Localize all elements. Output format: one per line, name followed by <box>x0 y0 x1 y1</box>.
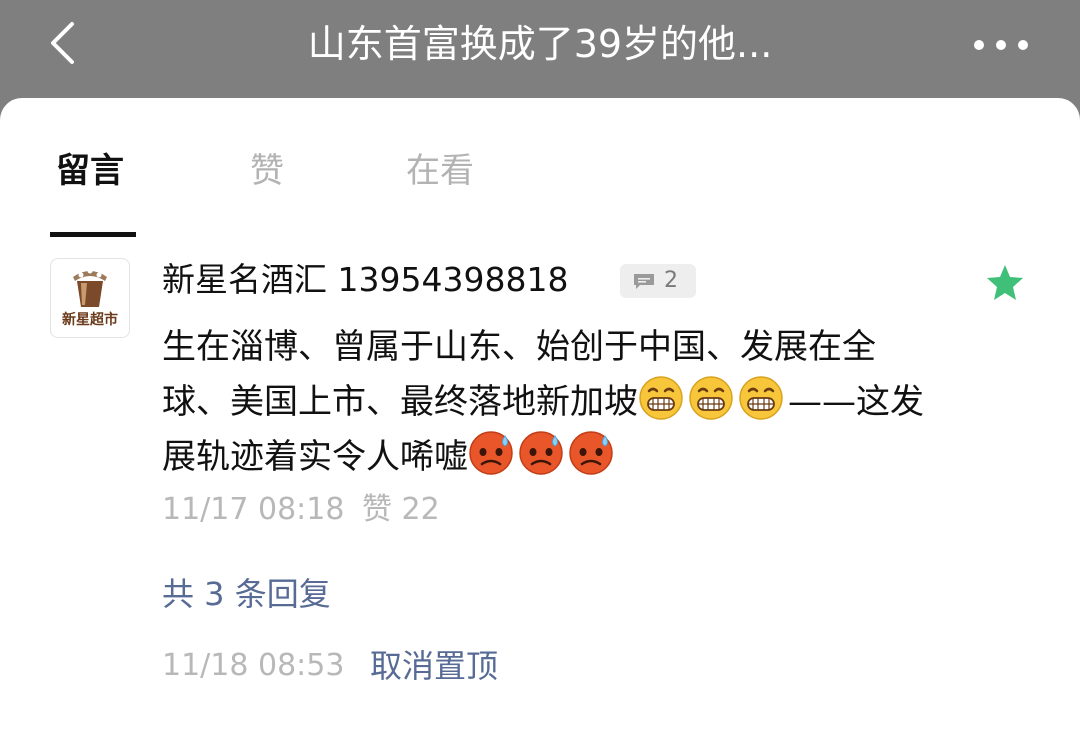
comment-time: 11/17 08:18 <box>162 492 345 527</box>
grin-emoji <box>689 376 733 420</box>
page-title: 山东首富换成了39岁的他... <box>307 22 773 66</box>
tab-likes[interactable]: 赞 <box>250 146 284 196</box>
comment-author[interactable]: 新星名酒汇 13954398818 <box>162 258 568 302</box>
grin-emoji <box>739 376 783 420</box>
grin-emoji <box>639 376 683 420</box>
comment-bubble-icon <box>634 274 654 289</box>
like-button[interactable]: 赞 22 <box>362 490 440 530</box>
back-button[interactable] <box>40 18 90 68</box>
sweat-frown-emoji <box>519 431 563 475</box>
avatar[interactable]: 新星超市 <box>50 258 130 338</box>
avatar-label: 新星超市 <box>62 312 118 328</box>
reply-count-badge[interactable]: 2 <box>620 264 696 298</box>
active-tab-indicator <box>50 232 136 237</box>
comment-text: 生在淄博、曾属于山东、始创于中国、发展在全球、美国上市、最终落地新加坡 ——这发展… <box>162 320 942 485</box>
chevron-left-icon <box>51 22 74 64</box>
sweat-frown-emoji <box>469 431 513 475</box>
tab-watching[interactable]: 在看 <box>406 146 474 196</box>
star-icon[interactable] <box>984 262 1026 304</box>
tab-comments[interactable]: 留言 <box>56 146 124 196</box>
unpin-button[interactable]: 取消置顶 <box>370 644 498 688</box>
reply-count: 2 <box>664 268 678 293</box>
pin-time: 11/18 08:53 <box>162 648 345 683</box>
navigation-bar: 山东首富换成了39岁的他... <box>0 0 1080 96</box>
more-dots-icon[interactable] <box>968 22 1034 66</box>
sweat-frown-emoji <box>569 431 613 475</box>
comments-sheet: 留言 赞 在看 新星超市 新星名酒汇 13954398818 2 生在淄博、曾属… <box>0 98 1080 748</box>
view-replies-link[interactable]: 共 3 条回复 <box>162 572 331 616</box>
